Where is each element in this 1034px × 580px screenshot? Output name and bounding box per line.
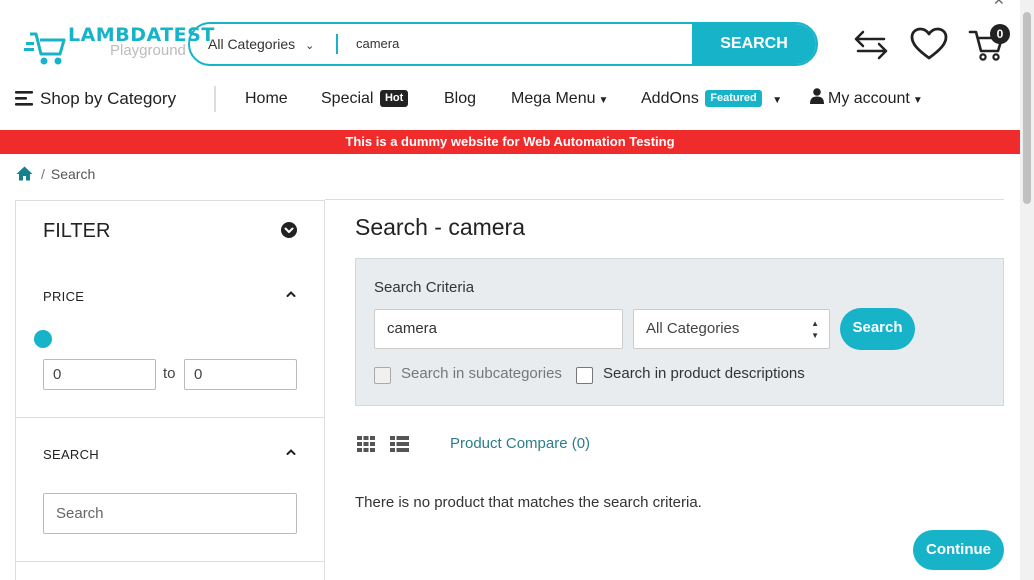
category-dropdown-label: All Categories <box>208 36 296 52</box>
breadcrumb: / Search <box>16 166 95 182</box>
filter-divider <box>16 561 324 562</box>
search-criteria-label: Search Criteria <box>374 279 475 296</box>
nav-mega-menu-label: Mega Menu <box>511 90 596 107</box>
price-to-label: to <box>163 365 176 382</box>
menu-bars-icon <box>15 91 33 106</box>
subcategories-checkbox[interactable] <box>374 367 391 384</box>
grid-view-icon[interactable] <box>357 436 375 452</box>
chevron-up-icon <box>286 291 296 297</box>
price-section-title: PRICE <box>43 289 85 304</box>
breadcrumb-current: Search <box>50 166 96 182</box>
select-updown-icon: ▲ ▼ <box>811 319 819 340</box>
close-icon[interactable]: ✕ <box>993 0 1005 9</box>
descriptions-checkbox[interactable] <box>576 367 593 384</box>
no-results-message: There is no product that matches the sea… <box>355 494 702 511</box>
header-search-bar: All Categories ⌄ SEARCH <box>188 22 818 66</box>
shop-by-category-label: Shop by Category <box>40 89 177 108</box>
logo-cart-icon <box>24 32 66 65</box>
breadcrumb-separator: / <box>41 166 45 182</box>
nav-my-account-label: My account <box>828 90 910 107</box>
caret-down-icon: ▼ <box>912 95 923 106</box>
scrollbar-thumb[interactable] <box>1023 12 1031 204</box>
nav-blog[interactable]: Blog <box>444 82 476 116</box>
search-button[interactable]: SEARCH <box>692 24 816 64</box>
continue-button[interactable]: Continue <box>913 530 1004 570</box>
search-criteria-panel: Search Criteria camera All Categories ▲ ▼… <box>355 258 1004 406</box>
chevron-down-icon: ⌄ <box>305 40 315 52</box>
nav-special[interactable]: Special Hot <box>321 82 409 116</box>
nav-mega-menu[interactable]: Mega Menu ▼ <box>511 82 608 116</box>
hot-badge: Hot <box>379 90 409 107</box>
category-dropdown[interactable]: All Categories ⌄ <box>208 24 314 64</box>
price-collapse-toggle[interactable] <box>286 289 296 302</box>
criteria-search-input[interactable]: camera <box>374 309 623 349</box>
page-scrollbar[interactable] <box>1020 0 1034 580</box>
notice-banner: This is a dummy website for Web Automati… <box>0 130 1020 154</box>
criteria-category-label: All Categories <box>646 320 740 337</box>
nav-my-account[interactable]: My account ▼ <box>810 82 923 116</box>
nav-addons[interactable]: AddOns Featured ▼ <box>641 82 782 116</box>
nav-divider <box>214 86 216 112</box>
criteria-search-button[interactable]: Search <box>840 308 915 350</box>
site-header: LAMBDATEST Playground All Categories ⌄ SE… <box>0 0 1020 86</box>
nav-addons-label: AddOns <box>641 90 699 107</box>
wishlist-heart-icon[interactable] <box>910 27 948 61</box>
lambdatest-logo[interactable]: LAMBDATEST Playground <box>24 24 214 68</box>
nav-home[interactable]: Home <box>245 82 288 116</box>
caret-down-icon: ▼ <box>598 95 609 106</box>
filter-divider <box>16 417 324 418</box>
logo-sub-text: Playground <box>110 42 186 59</box>
cart-count-badge: 0 <box>990 24 1010 44</box>
nav-special-label: Special <box>321 90 374 107</box>
user-icon <box>810 88 824 104</box>
filter-search-input[interactable]: Search <box>43 493 297 534</box>
criteria-category-select[interactable]: All Categories ▲ ▼ <box>633 309 830 349</box>
filter-panel: FILTER PRICE 0 to 0 SEARCH Search <box>15 200 325 580</box>
search-section-title: SEARCH <box>43 447 99 462</box>
chevron-up-icon <box>286 449 296 455</box>
search-input[interactable] <box>356 24 686 64</box>
list-view-icon[interactable] <box>390 436 409 452</box>
price-min-input[interactable]: 0 <box>43 359 156 390</box>
page-title: Search - camera <box>355 214 526 240</box>
descriptions-label: Search in product descriptions <box>603 365 805 382</box>
caret-down-icon: ▼ <box>772 95 783 106</box>
shop-by-category-menu[interactable]: Shop by Category <box>15 82 176 116</box>
search-divider <box>336 34 338 54</box>
subcategories-label: Search in subcategories <box>401 365 562 382</box>
price-max-input[interactable]: 0 <box>184 359 297 390</box>
filter-collapse-toggle[interactable] <box>281 222 297 238</box>
compare-icon[interactable] <box>852 30 890 60</box>
content-top-border <box>325 199 1004 200</box>
home-icon[interactable] <box>16 166 33 181</box>
price-slider-handle[interactable] <box>34 330 52 348</box>
filter-title: FILTER <box>43 220 111 242</box>
main-navigation: Shop by Category Home Special Hot Blog M… <box>0 82 1020 118</box>
featured-badge: Featured <box>705 90 762 107</box>
chevron-down-icon <box>284 227 294 233</box>
product-compare-link[interactable]: Product Compare (0) <box>450 435 590 452</box>
search-collapse-toggle[interactable] <box>286 447 296 460</box>
